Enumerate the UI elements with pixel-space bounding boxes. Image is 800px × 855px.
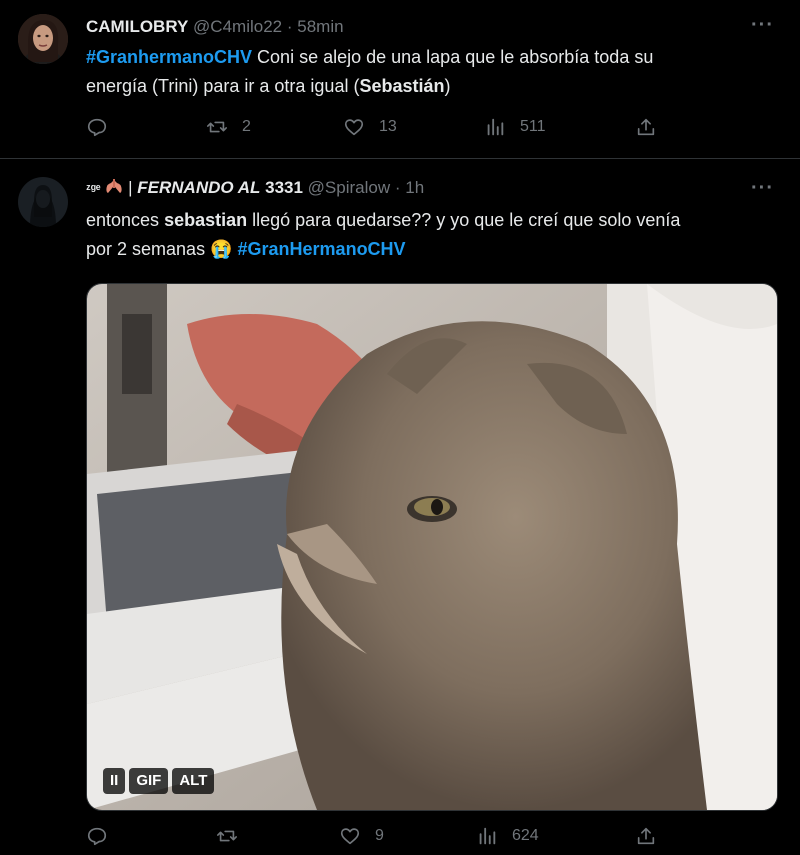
text-segment: energía (Trini) para ir a otra igual ( [86, 76, 360, 96]
action-bar: 2 13 511 [86, 116, 686, 142]
display-name-number[interactable]: 3331 [265, 178, 303, 197]
share-button[interactable] [635, 116, 657, 138]
retweet-button[interactable]: 2 [206, 116, 251, 138]
gif-badge: GIF [129, 768, 169, 794]
text-segment: ) [444, 76, 451, 96]
display-name[interactable]: CAMILOBRY [86, 17, 188, 36]
hashtag-link[interactable]: #GranhermanoCHV [86, 47, 252, 67]
text-segment: entonces [86, 210, 165, 230]
timestamp[interactable]: 58min [297, 17, 343, 36]
handle[interactable]: @Spiralow [308, 178, 390, 197]
share-icon [637, 827, 655, 845]
handle[interactable]: @C4milo22 [193, 17, 282, 36]
reply-button[interactable] [86, 825, 108, 847]
views-button[interactable]: 624 [476, 825, 539, 847]
more-icon[interactable]: ··· [751, 177, 774, 200]
alt-badge[interactable]: ALT [172, 768, 215, 794]
action-bar: 9 624 [86, 825, 686, 851]
gif-media[interactable]: II GIF ALT [86, 283, 778, 811]
retweet-count: 2 [242, 118, 251, 135]
lungs-icon [105, 179, 123, 195]
retweet-icon [207, 121, 227, 133]
text-bold: sebastian [164, 210, 248, 230]
views-count: 624 [512, 827, 539, 844]
more-icon[interactable]: ··· [751, 14, 774, 37]
heart-icon [344, 119, 364, 136]
like-count: 13 [379, 118, 397, 135]
media-badges: II GIF ALT [103, 768, 215, 794]
separator-dot: · [394, 178, 401, 197]
views-icon [479, 827, 496, 845]
views-button[interactable]: 511 [484, 116, 546, 138]
avatar[interactable] [18, 177, 68, 227]
reply-button[interactable] [86, 116, 108, 138]
text-segment: Coni se alejo de una lapa que le absorbí… [252, 47, 654, 67]
pause-button[interactable]: II [103, 768, 126, 794]
tweet-text: #GranhermanoCHV Coni se alejo de una lap… [86, 43, 766, 101]
name-emoji[interactable]: ᶻᵍᵉ [86, 181, 101, 196]
views-count: 511 [520, 118, 546, 135]
hashtag-link[interactable]: #GranHermanoCHV [238, 239, 406, 259]
cat-gif-image [87, 284, 777, 810]
share-button[interactable] [635, 825, 657, 847]
display-name[interactable]: FERNANDO AL [137, 178, 260, 197]
avatar[interactable] [18, 14, 68, 64]
text-segment: por 2 semanas [86, 239, 211, 259]
reply-icon [87, 827, 107, 846]
tweet-header: CAMILOBRY @C4milo22 · 58min [86, 17, 344, 37]
share-icon [637, 118, 655, 136]
views-icon [487, 118, 504, 136]
retweet-button[interactable] [216, 825, 238, 847]
name-separator: | [128, 178, 138, 197]
reply-icon [87, 118, 107, 137]
text-segment: llegó para quedarse?? y yo que le creí q… [247, 210, 681, 230]
tweet-text: entonces sebastian llegó para quedarse??… [86, 206, 766, 264]
text-bold: Sebastián [359, 76, 445, 96]
retweet-icon [217, 830, 237, 842]
tweet-2[interactable]: ᶻᵍᵉ | FERNANDO AL 3331 @Spiralow · 1h ··… [0, 159, 800, 855]
heart-icon [340, 828, 360, 845]
timestamp[interactable]: 1h [405, 178, 424, 197]
like-button[interactable]: 13 [343, 116, 397, 138]
tweet-1[interactable]: CAMILOBRY @C4milo22 · 58min ··· #Granher… [0, 0, 800, 159]
crying-emoji: 😭 [210, 239, 233, 259]
separator-dot: · [286, 17, 293, 36]
like-count: 9 [375, 827, 384, 844]
tweet-header: ᶻᵍᵉ | FERNANDO AL 3331 @Spiralow · 1h [86, 178, 424, 198]
like-button[interactable]: 9 [339, 825, 384, 847]
